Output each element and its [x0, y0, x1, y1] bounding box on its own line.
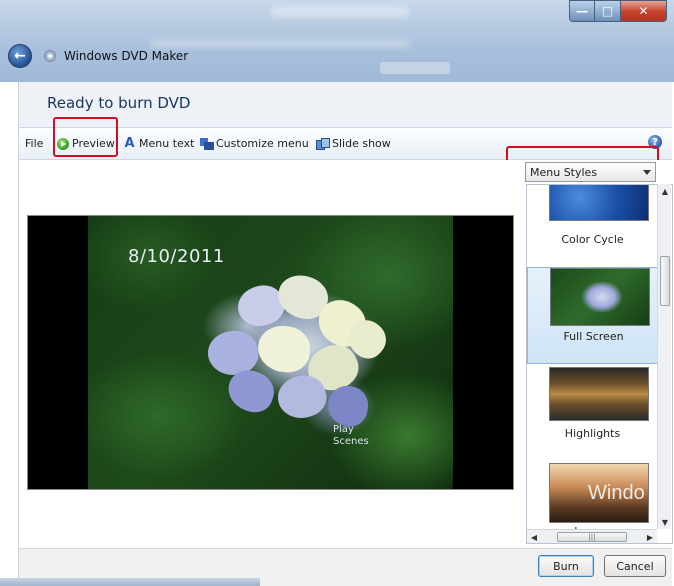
- blurred-background-field: [380, 62, 450, 74]
- scrollbar-thumb[interactable]: [660, 256, 670, 306]
- text-icon: A: [124, 136, 135, 151]
- scroll-down-icon[interactable]: ▼: [658, 515, 672, 529]
- style-item-color-cycle[interactable]: Color Cycle: [527, 185, 658, 260]
- menu-date-title: 8/10/2011: [128, 246, 225, 267]
- color-cycle-thumbnail: [549, 185, 649, 221]
- scrollbar-thumb[interactable]: |||: [557, 532, 627, 542]
- navigation-row: ← Windows DVD Maker: [0, 42, 188, 70]
- style-label-full-screen: Full Screen: [563, 330, 624, 343]
- layers-thumb-text: Windo: [588, 482, 645, 504]
- window-controls: — □ ✕: [569, 0, 667, 22]
- style-item-full-screen[interactable]: Full Screen: [527, 267, 658, 364]
- app-title: Windows DVD Maker: [64, 49, 189, 63]
- chevron-down-icon: [643, 170, 651, 175]
- menu-preview: 8/10/2011 Play Scenes: [27, 215, 514, 490]
- menu-styles-dropdown[interactable]: Menu Styles: [525, 162, 656, 182]
- page-heading: Ready to burn DVD: [47, 94, 191, 112]
- dvd-maker-icon: [42, 48, 58, 64]
- slide-show-label: Slide show: [332, 137, 391, 150]
- flower-petal: [256, 323, 312, 375]
- file-menu[interactable]: File: [25, 137, 43, 150]
- minimize-button[interactable]: —: [569, 0, 595, 22]
- style-label-color-cycle: Color Cycle: [561, 233, 624, 246]
- back-arrow-icon[interactable]: ←: [8, 44, 32, 68]
- style-label-highlights: Highlights: [564, 427, 621, 440]
- styles-vertical-scrollbar[interactable]: ▲ ▼: [657, 184, 671, 529]
- taskbar-strip: [0, 578, 260, 586]
- blurred-background-menu: [150, 38, 410, 48]
- scroll-left-icon[interactable]: ◀: [527, 530, 541, 544]
- file-menu-label: File: [25, 137, 44, 150]
- cancel-button[interactable]: Cancel: [604, 555, 666, 577]
- full-screen-thumbnail: [550, 268, 650, 326]
- customize-menu-label: Customize menu: [216, 137, 309, 150]
- play-label: Play: [333, 424, 354, 435]
- menu-text-label: Menu text: [139, 137, 195, 150]
- layers-thumbnail: Windo: [549, 463, 649, 523]
- slide-show-button[interactable]: Slide show: [316, 137, 391, 150]
- menu-styles-list: Color Cycle Full Screen Highlights Windo…: [526, 184, 673, 544]
- scroll-right-icon[interactable]: ▶: [643, 530, 657, 544]
- scenes-label: Scenes: [333, 436, 369, 447]
- menu-styles-selected: Menu Styles: [530, 166, 598, 179]
- styles-horizontal-scrollbar[interactable]: ◀ ||| ▶: [527, 529, 657, 543]
- menu-text-button[interactable]: A Menu text: [123, 136, 195, 151]
- burn-button[interactable]: Burn: [538, 555, 594, 577]
- close-button[interactable]: ✕: [621, 0, 667, 22]
- scroll-up-icon[interactable]: ▲: [658, 184, 672, 198]
- maximize-button[interactable]: □: [595, 0, 621, 22]
- slideshow-icon: [316, 137, 330, 150]
- preview-highlight-box: [53, 117, 118, 157]
- customize-icon: [200, 137, 214, 150]
- menu-play-scenes: Play Scenes: [333, 424, 369, 448]
- customize-menu-button[interactable]: Customize menu: [200, 137, 309, 150]
- style-item-highlights[interactable]: Highlights: [527, 365, 658, 462]
- highlights-thumbnail: [549, 367, 649, 421]
- blurred-window-title: [270, 6, 410, 18]
